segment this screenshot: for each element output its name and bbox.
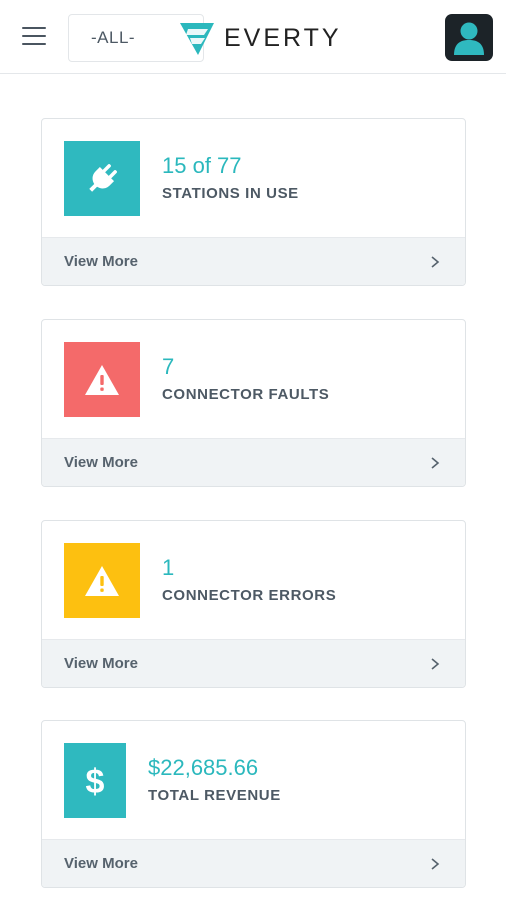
warning-icon xyxy=(85,565,119,596)
card-body: 7 CONNECTOR FAULTS xyxy=(42,320,465,438)
errors-value: 1 xyxy=(162,555,175,580)
revenue-label: TOTAL REVENUE xyxy=(148,787,281,804)
chevron-right-icon xyxy=(431,457,440,469)
chevron-right-icon xyxy=(431,858,440,870)
plug-icon xyxy=(89,163,117,192)
warning-icon xyxy=(85,364,119,395)
chevron-right-icon xyxy=(431,256,440,268)
warning-tile xyxy=(64,342,140,417)
top-bar: -ALL- EVERTY xyxy=(0,0,506,74)
connector-faults-card: 7 CONNECTOR FAULTS View More xyxy=(41,319,466,487)
revenue-value: $22,685.66 xyxy=(148,755,259,780)
everty-logo: EVERTY xyxy=(178,18,342,58)
stations-label: STATIONS IN USE xyxy=(162,185,299,202)
warning-tile xyxy=(64,543,140,618)
user-icon xyxy=(454,22,484,55)
connector-errors-card: 1 CONNECTOR ERRORS View More xyxy=(41,520,466,688)
hamburger-icon[interactable] xyxy=(22,27,46,47)
view-more-link[interactable]: View More xyxy=(42,839,465,887)
faults-value: 7 xyxy=(162,354,175,379)
everty-logo-mark-icon xyxy=(180,23,214,55)
dollar-icon: $ xyxy=(86,763,105,800)
stations-value: 15 of 77 xyxy=(162,153,242,178)
view-more-label: View More xyxy=(64,855,138,872)
site-filter-value: -ALL- xyxy=(91,28,136,47)
user-avatar-button[interactable] xyxy=(445,14,493,61)
view-more-label: View More xyxy=(64,253,138,270)
faults-label: CONNECTOR FAULTS xyxy=(162,386,330,403)
errors-label: CONNECTOR ERRORS xyxy=(162,587,337,604)
total-revenue-card: $ $22,685.66 TOTAL REVENUE View More xyxy=(41,720,466,888)
logo-text: EVERTY xyxy=(224,23,342,52)
view-more-link[interactable]: View More xyxy=(42,438,465,486)
stations-in-use-card: 15 of 77 STATIONS IN USE View More xyxy=(41,118,466,286)
card-body: 1 CONNECTOR ERRORS xyxy=(42,521,465,639)
plug-tile xyxy=(64,141,140,216)
card-body: 15 of 77 STATIONS IN USE xyxy=(42,119,465,237)
view-more-link[interactable]: View More xyxy=(42,639,465,687)
view-more-label: View More xyxy=(64,454,138,471)
dollar-tile: $ xyxy=(64,743,126,818)
chevron-right-icon xyxy=(431,658,440,670)
card-body: $ $22,685.66 TOTAL REVENUE xyxy=(42,721,465,839)
view-more-link[interactable]: View More xyxy=(42,237,465,285)
view-more-label: View More xyxy=(64,655,138,672)
svg-text:$: $ xyxy=(86,763,105,800)
